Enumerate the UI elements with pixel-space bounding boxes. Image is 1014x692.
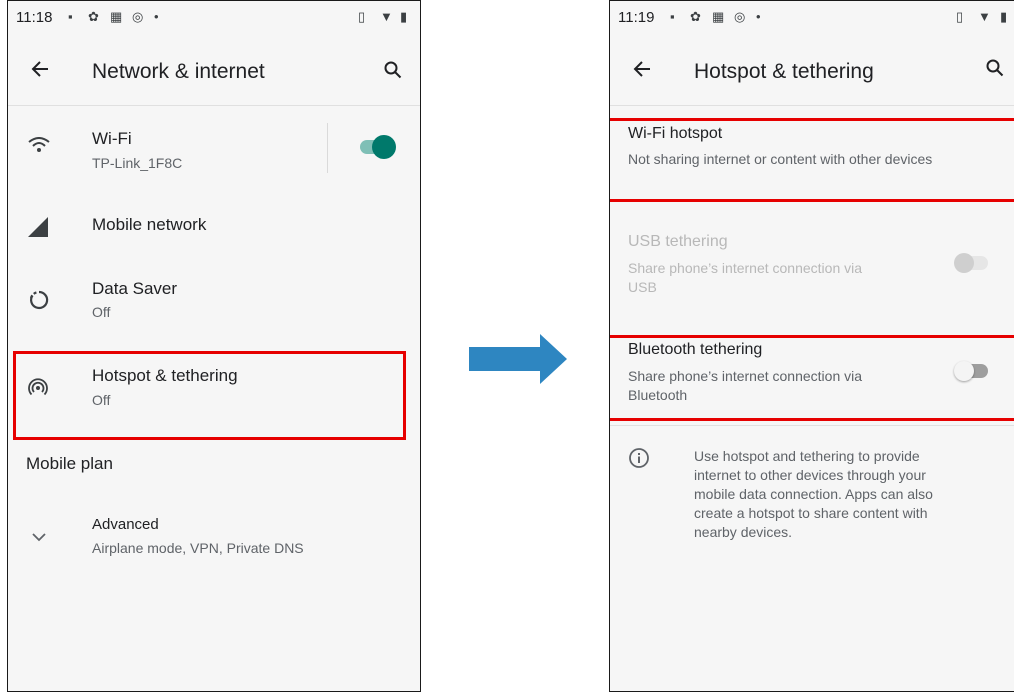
- page-title: Hotspot & tethering: [694, 60, 874, 83]
- mobile-network-title: Mobile network: [92, 215, 207, 234]
- advanced-subtitle: Airplane mode, VPN, Private DNS: [92, 540, 304, 556]
- settings-notification-icon: ✿: [690, 9, 701, 24]
- cellular-signal-icon: [28, 217, 48, 242]
- usb-tethering-row: USB tethering Share phone’s internet con…: [610, 227, 1014, 307]
- wifi-signal-icon: ▼: [380, 9, 393, 24]
- info-text: Use hotspot and tethering to provide int…: [694, 447, 1004, 542]
- status-bar: 11:18 ▪ ✿ ▦ ◎ • ▯ ▼ ▮: [8, 1, 420, 37]
- network-internet-screen: 11:18 ▪ ✿ ▦ ◎ • ▯ ▼ ▮ Network & internet…: [7, 0, 421, 692]
- wifi-network-name: TP-Link_1F8C: [92, 155, 183, 171]
- screenshot-notification-icon: ▦: [712, 9, 725, 24]
- usb-toggle-thumb: [954, 253, 974, 273]
- info-line-1: Use hotspot and tethering to provide: [694, 448, 920, 464]
- status-bar: 11:19 ▪ ✿ ▦ ◎ • ▯ ▼ ▮: [610, 1, 1014, 37]
- usb-tethering-toggle: [954, 251, 990, 275]
- transition-arrow: [469, 334, 567, 389]
- advanced-row[interactable]: Advanced Airplane mode, VPN, Private DNS: [8, 509, 420, 569]
- mobile-plan-title: Mobile plan: [26, 454, 113, 473]
- dot-notification-icon: •: [154, 9, 159, 24]
- wifi-toggle-thumb: [372, 135, 396, 159]
- wifi-signal-icon: ▼: [978, 9, 991, 24]
- data-saver-row[interactable]: Data Saver Off: [8, 267, 420, 333]
- back-arrow-icon[interactable]: [30, 59, 50, 84]
- wifi-title: Wi-Fi: [92, 129, 132, 148]
- battery-icon: ▮: [400, 9, 408, 24]
- hotspot-highlight-box: [13, 351, 406, 440]
- image-notification-icon: ▪: [670, 9, 675, 24]
- info-line-3: mobile data connection. Apps can also: [694, 486, 933, 502]
- appbar-divider: [8, 105, 420, 106]
- sync-notification-icon: ◎: [132, 9, 144, 24]
- settings-notification-icon: ✿: [88, 9, 99, 24]
- chevron-down-icon: [32, 529, 46, 547]
- back-arrow-icon[interactable]: [632, 59, 652, 84]
- battery-icon: ▮: [1000, 9, 1008, 24]
- data-saver-icon: [28, 289, 50, 316]
- usb-tethering-title: USB tethering: [628, 233, 728, 250]
- info-line-4: create a hotspot to share content with: [694, 505, 928, 521]
- image-notification-icon: ▪: [68, 9, 73, 24]
- wifi-row[interactable]: Wi-Fi TP-Link_1F8C: [8, 117, 420, 187]
- dot-notification-icon: •: [756, 9, 761, 24]
- data-saver-status: Off: [92, 304, 111, 320]
- mobile-network-row[interactable]: Mobile network: [8, 197, 420, 253]
- wifi-icon: [28, 137, 50, 158]
- mobile-plan-row[interactable]: Mobile plan: [8, 449, 420, 489]
- usb-tethering-subtitle-line1: Share phone’s internet connection via: [628, 260, 863, 276]
- search-icon[interactable]: [384, 61, 402, 84]
- search-icon[interactable]: [986, 59, 1004, 82]
- screenshot-notification-icon: ▦: [110, 9, 123, 24]
- vibrate-icon: ▯: [956, 9, 964, 24]
- appbar-divider: [610, 105, 1014, 106]
- section-divider: [610, 425, 1014, 426]
- vibrate-icon: ▯: [358, 9, 366, 24]
- status-time: 11:18: [16, 9, 53, 26]
- wifi-toggle[interactable]: [360, 135, 396, 159]
- data-saver-title: Data Saver: [92, 279, 178, 298]
- status-time: 11:19: [618, 9, 655, 26]
- usb-tethering-subtitle-line2: USB: [628, 279, 657, 295]
- info-icon: [628, 447, 650, 474]
- info-line-5: nearby devices.: [694, 524, 793, 540]
- hotspot-tethering-screen: 11:19 ▪ ✿ ▦ ◎ • ▯ ▼ ▮ Hotspot & tetherin…: [609, 0, 1014, 692]
- info-line-2: internet to other devices through your: [694, 467, 926, 483]
- wifi-toggle-divider: [327, 123, 328, 173]
- sync-notification-icon: ◎: [734, 9, 746, 24]
- page-title: Network & internet: [92, 60, 265, 83]
- advanced-title: Advanced: [92, 516, 159, 533]
- bluetooth-tethering-highlight-box: [610, 335, 1014, 421]
- wifi-hotspot-highlight-box: [610, 118, 1014, 202]
